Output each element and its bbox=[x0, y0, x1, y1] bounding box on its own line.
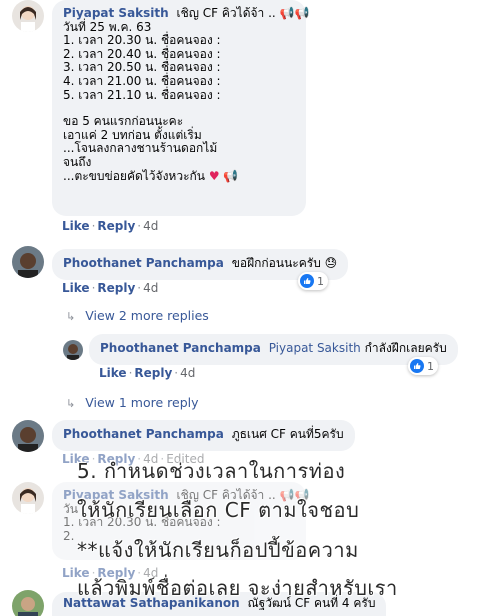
like-button[interactable]: Like bbox=[62, 452, 90, 466]
comment-text-line: ...ตะขบข่อยคัดไว้จังหวะกัน bbox=[63, 168, 205, 183]
comment-author[interactable]: Nattawat Sathapanikanon bbox=[63, 596, 240, 610]
comment-author[interactable]: Phoothanet Panchampa bbox=[63, 256, 224, 270]
comment-bubble: Nattawat Sathapanikanon ณัฐวัฒน์ CF คนที… bbox=[52, 592, 387, 616]
avatar[interactable] bbox=[12, 0, 44, 32]
sweat-smile-emoji-icon: 😓 bbox=[324, 256, 338, 270]
edited-label[interactable]: Edited bbox=[166, 452, 204, 466]
avatar[interactable] bbox=[12, 482, 44, 514]
comment-text-line: ...โจนลงกลางชานร้านดอกไม้ bbox=[63, 141, 218, 156]
timestamp[interactable]: 4d bbox=[143, 452, 158, 466]
avatar[interactable] bbox=[12, 590, 44, 616]
comment-actions: Like · Reply · 4d bbox=[62, 219, 159, 233]
comment-text: เชิญ CF คิวได้จ้า .. bbox=[176, 488, 276, 502]
timestamp[interactable]: 4d bbox=[143, 281, 158, 295]
comment-bubble: Piyapat Saksith เชิญ CF คิวได้จ้า .. 📢📢 … bbox=[52, 482, 309, 560]
reply-arrow-icon: ↳ bbox=[66, 397, 76, 410]
comment-text-line: เชิญ CF คิวได้จ้า .. bbox=[176, 6, 276, 20]
comment-text-line: 3. เวลา 20.50 น. ชื่อคนจอง : bbox=[63, 60, 221, 75]
megaphone-icon: 📢 bbox=[223, 168, 239, 183]
comment-text-line: 5. เวลา 21.10 น. ชื่อคนจอง : bbox=[63, 87, 221, 102]
megaphone-icon: 📢📢 bbox=[279, 488, 310, 502]
reply-button[interactable]: Reply bbox=[97, 281, 135, 295]
like-button[interactable]: Like bbox=[99, 366, 127, 380]
comment-text-line: จนถึง bbox=[63, 154, 92, 169]
comment-bubble: Phoothanet Panchampa ภูธเนศ CF คนที่5ครั… bbox=[52, 420, 355, 451]
timestamp[interactable]: 4d bbox=[143, 566, 158, 580]
reply-button[interactable]: Reply bbox=[97, 219, 135, 233]
avatar[interactable] bbox=[12, 246, 44, 278]
comment-author[interactable]: Phoothanet Panchampa bbox=[63, 427, 224, 441]
reply-button[interactable]: Reply bbox=[134, 366, 172, 380]
comment-actions: Like · Reply · 4d bbox=[62, 566, 159, 580]
thumbs-up-icon bbox=[300, 274, 314, 288]
comment-actions: Like · Reply · 4d bbox=[99, 366, 196, 380]
reaction-count-number: 1 bbox=[317, 274, 324, 288]
comment-bubble: Phoothanet Panchampa Piyapat Saksith กำล… bbox=[89, 334, 458, 365]
thumbs-up-icon bbox=[410, 359, 424, 373]
comment-author[interactable]: Phoothanet Panchampa bbox=[100, 341, 261, 355]
comment-text-line: 1. เวลา 20.30 น. ชื่อคนจอง : bbox=[63, 33, 221, 48]
comment-text-line: 1. เวลา 20.30 น. ชื่อคนจอง : bbox=[63, 515, 221, 530]
comment-text: ภูธเนศ CF คนที่5ครับ bbox=[231, 427, 344, 441]
view-replies-label: View 1 more reply bbox=[85, 395, 199, 410]
mention-link[interactable]: Piyapat Saksith bbox=[269, 341, 361, 355]
comment-text-line: 2. bbox=[63, 528, 75, 543]
like-button[interactable]: Like bbox=[62, 281, 90, 295]
comment-text-line: เอาแค่ 2 บทก่อน ตั้งแต่เริ่ม bbox=[63, 127, 202, 142]
comment-author[interactable]: Piyapat Saksith bbox=[63, 6, 169, 20]
comment-text-line: ขอ 5 คนแรกก่อนนะคะ bbox=[63, 114, 184, 129]
reaction-count[interactable]: 1 bbox=[408, 357, 438, 375]
reply-arrow-icon: ↳ bbox=[66, 310, 76, 323]
comment-text-line: 4. เวลา 21.00 น. ชื่อคนจอง : bbox=[63, 73, 221, 88]
like-button[interactable]: Like bbox=[62, 566, 90, 580]
view-more-replies-link[interactable]: ↳ View 1 more reply bbox=[66, 395, 199, 410]
comment-author[interactable]: Piyapat Saksith bbox=[63, 488, 169, 502]
comment-bubble: Piyapat Saksith เชิญ CF คิวได้จ้า .. 📢📢 … bbox=[52, 0, 309, 216]
reply-button[interactable]: Reply bbox=[97, 566, 135, 580]
view-more-replies-link[interactable]: ↳ View 2 more replies bbox=[66, 308, 209, 323]
heart-icon: ♥ bbox=[208, 168, 220, 183]
reply-button[interactable]: Reply bbox=[97, 452, 135, 466]
comment-actions: Like · Reply · 4d bbox=[62, 281, 159, 295]
reaction-count[interactable]: 1 bbox=[298, 272, 328, 290]
like-button[interactable]: Like bbox=[62, 219, 90, 233]
timestamp[interactable]: 4d bbox=[143, 219, 158, 233]
avatar[interactable] bbox=[63, 340, 83, 360]
view-replies-label: View 2 more replies bbox=[85, 308, 209, 323]
megaphone-icon: 📢📢 bbox=[279, 6, 310, 20]
comment-text: กำลังฝึกเลยครับ bbox=[364, 341, 447, 355]
avatar[interactable] bbox=[12, 420, 44, 452]
comment-text: ณัฐวัฒน์ CF คนที่ 4 ครับ bbox=[247, 596, 376, 610]
timestamp[interactable]: 4d bbox=[180, 366, 195, 380]
comment-text: ขอฝึกก่อนนะครับ bbox=[231, 256, 321, 270]
reaction-count-number: 1 bbox=[427, 359, 434, 373]
comment-actions: Like · Reply · 4d · Edited bbox=[62, 452, 205, 466]
